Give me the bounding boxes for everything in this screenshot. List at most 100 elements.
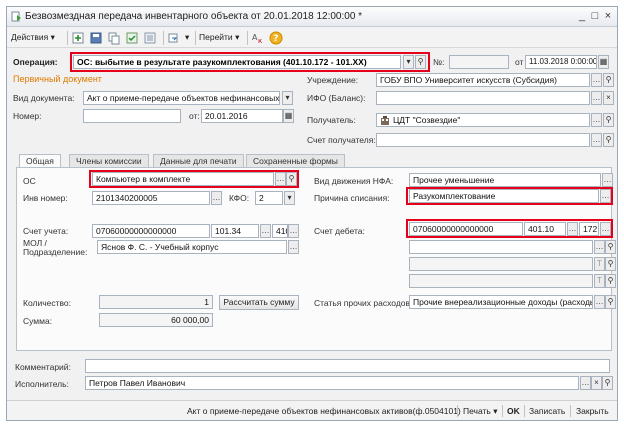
analytic-field-3[interactable] [409,274,593,288]
account-kosgu-field[interactable]: 101.34 [211,224,259,238]
search-icon[interactable]: ⚲ [605,295,616,309]
calendar-icon[interactable]: ▦ [283,109,294,123]
toolbar-separator [502,405,503,417]
minimize-button[interactable]: _ [575,9,589,23]
clear-icon[interactable]: × [603,91,614,105]
mol-field[interactable]: Яснов Ф. С. - Учебный корпус [97,240,287,254]
debit-kosgu-field[interactable]: 401.10 [524,222,566,236]
help-icon[interactable]: ? [269,31,283,45]
reason-select-button[interactable]: … [600,189,611,203]
save-button[interactable]: Записать [529,406,565,416]
ifo-label: ИФО (Баланс): [307,93,366,103]
close-button[interactable]: Закрыть [576,406,609,416]
search-icon[interactable]: ⚲ [286,172,297,186]
debit-kosgu-select-button[interactable]: … [567,222,578,236]
analytic-field-2[interactable] [409,257,593,271]
movement-field[interactable]: Прочее уменьшение [409,173,601,187]
debit-code-select-button[interactable]: … [600,222,611,236]
movement-select-button[interactable]: … [602,173,613,187]
reason-field[interactable]: Разукомплектование [409,189,599,203]
search-icon[interactable]: ⚲ [605,257,616,271]
analytic-field-1[interactable] [409,240,593,254]
maximize-button[interactable]: □ [588,9,602,23]
general-tab-panel: ОС Компьютер в комплекте … ⚲ Инв номер: … [16,167,616,351]
ifo-select-button[interactable]: … [591,91,602,105]
kfo-dropdown-button[interactable]: ▾ [284,191,295,205]
close-window-button[interactable]: × [601,9,615,23]
doc-type-label: Вид документа: [13,93,75,103]
doc-type-field[interactable]: Акт о приеме-передаче объектов нефинансо… [83,91,280,105]
comment-field[interactable] [85,359,610,373]
search-icon[interactable]: ⚲ [602,376,613,390]
search-icon[interactable]: ⚲ [603,133,614,147]
account-code-field[interactable]: 410 [272,224,288,238]
os-field[interactable]: Компьютер в комплекте [92,172,274,186]
debit-code-field[interactable]: 172 [579,222,599,236]
number-field[interactable] [449,55,509,69]
type-icon[interactable]: T [594,257,605,271]
tab-commission-members[interactable]: Члены комиссии [69,154,149,167]
add-icon[interactable] [71,31,85,45]
institution-field[interactable]: ГОБУ ВПО Университет искусств (Субсидия) [376,73,590,87]
doc-type-dropdown-button[interactable]: ▾ [282,91,293,105]
search-icon[interactable]: ⚲ [415,55,426,69]
account-code-select-button[interactable]: … [288,224,299,238]
doc-number-field[interactable] [83,109,181,123]
search-icon[interactable]: ⚲ [605,274,616,288]
tab-print-data[interactable]: Данные для печати [153,154,244,167]
other-expenses-select-button[interactable]: … [594,295,605,309]
actions-menu[interactable]: Действия ▾ [11,32,55,43]
os-select-button[interactable]: … [275,172,286,186]
analytic-select-button[interactable]: … [594,240,605,254]
doc-date-field[interactable]: 20.01.2016 [201,109,283,123]
recipient-account-field[interactable] [376,133,590,147]
save-icon[interactable] [89,31,103,45]
debit-field[interactable]: 07060000000000000 [409,222,523,236]
ok-button[interactable]: OK [507,406,520,416]
executor-select-button[interactable]: … [580,376,591,390]
mol-select-button[interactable]: … [288,240,299,254]
toolbar-separator [247,31,248,45]
institution-label: Учреждение: [307,75,359,85]
recipient-select-button[interactable]: … [591,113,602,127]
reason-label: Причина списания: [314,193,390,203]
institution-select-button[interactable]: … [591,73,602,87]
toolbar-separator [195,31,196,45]
search-icon[interactable]: ⚲ [603,113,614,127]
print-menu[interactable]: Печать ▾ [463,406,498,417]
executor-field[interactable]: Петров Павел Иванович [85,376,579,390]
tab-general[interactable]: Общая [19,154,61,168]
structure-icon[interactable] [167,31,181,45]
other-expenses-field[interactable]: Прочие внереализационные доходы (расходы [409,295,593,309]
search-icon[interactable]: ⚲ [603,73,614,87]
copy-icon[interactable] [107,31,121,45]
recipient-account-select-button[interactable]: … [591,133,602,147]
subdivision-label: Подразделение: [23,247,88,257]
quantity-field[interactable]: 1 [99,295,213,309]
account-field[interactable]: 07060000000000000 [92,224,210,238]
calendar-icon[interactable]: ▦ [598,55,609,69]
search-icon[interactable]: ⚲ [605,240,616,254]
inv-number-select-button[interactable]: … [211,191,222,205]
sum-field[interactable]: 60 000,00 [99,313,213,327]
unpost-icon[interactable] [143,31,157,45]
sum-label: Сумма: [23,316,53,326]
type-icon[interactable]: T [594,274,605,288]
date-field[interactable]: 11.03.2018 0:00:00 [525,55,597,69]
operation-dropdown-button[interactable]: ▾ [403,55,414,69]
recipient-field[interactable]: ЦДТ "Созвездие" [376,113,590,127]
ifo-field[interactable] [376,91,590,105]
inv-number-field[interactable]: 2101340200005 [92,191,210,205]
operation-field[interactable]: ОС: выбытие в результате разукомплектова… [73,55,401,69]
recalculate-sum-button[interactable]: Рассчитать сумму [219,295,299,310]
account-kosgu-select-button[interactable]: … [260,224,271,238]
dropdown-arrow[interactable]: ▾ [185,32,189,43]
movements-icon[interactable]: Aк [251,31,265,45]
tab-saved-forms[interactable]: Сохраненные формы [246,154,345,167]
kfo-field[interactable]: 2 [255,191,283,205]
clear-icon[interactable]: × [591,376,602,390]
goto-menu[interactable]: Перейти ▾ [199,32,239,43]
toolbar-separator [67,31,68,45]
post-icon[interactable] [125,31,139,45]
print-form-button[interactable]: Акт о приеме-передаче объектов нефинансо… [187,406,461,416]
